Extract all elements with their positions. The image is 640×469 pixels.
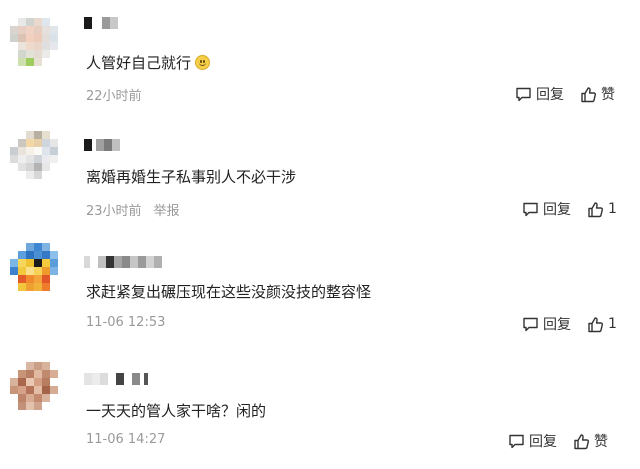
comment-bubble-icon [523,202,538,217]
comment-meta: 11-06 14:27 [86,432,165,447]
comment-text: 求赶紧复出碾压现在这些没颜没技的整容怪 [86,281,371,302]
avatar[interactable] [10,131,66,187]
like-button[interactable]: 赞 [580,84,615,104]
reply-button[interactable]: 回复 [508,431,557,451]
comment-actions: 回复 1 [522,314,617,334]
thumbs-up-icon [574,433,590,449]
username[interactable] [84,138,120,152]
comment-item: 人管好自己就行 22小时前 回复 赞 [0,0,640,117]
reply-button[interactable]: 回复 [522,199,571,219]
smiley-face-icon [195,55,211,70]
comment-actions: 回复 赞 [508,431,608,451]
thumbs-up-icon [588,201,604,217]
reply-button[interactable]: 回复 [515,84,564,104]
timestamp: 22小时前 [86,89,142,104]
reply-label: 回复 [529,434,557,450]
like-button[interactable]: 1 [587,201,617,218]
username[interactable] [84,255,162,269]
comment-text: 人管好自己就行 [86,52,211,73]
comment-text: 离婚再婚生子私事别人不必干涉 [86,166,296,187]
username[interactable] [84,16,118,30]
avatar[interactable] [10,18,66,74]
comment-text: 一天天的管人家干啥？闲的 [86,400,266,421]
like-label: 赞 [594,434,608,450]
comment-item: 求赶紧复出碾压现在这些没颜没技的整容怪 11-06 12:53 回复 1 [0,230,640,348]
comment-bubble-icon [523,317,538,332]
username[interactable] [84,372,148,386]
comment-actions: 回复 1 [522,199,617,219]
comment-bubble-icon [516,87,531,102]
timestamp: 23小时前 [86,204,142,219]
like-label: 赞 [601,87,615,103]
thumbs-up-icon [588,316,604,332]
comment-actions: 回复 赞 [515,84,615,104]
reply-label: 回复 [543,202,571,218]
timestamp: 11-06 14:27 [86,432,166,447]
avatar[interactable] [10,362,66,418]
comment-item: 一天天的管人家干啥？闲的 11-06 14:27 回复 赞 [0,348,640,469]
like-count: 1 [608,201,617,217]
avatar[interactable] [10,243,66,299]
reply-label: 回复 [543,317,571,333]
like-button[interactable]: 1 [587,316,617,333]
comment-text-content: 一天天的管人家干啥？闲的 [86,402,267,420]
comment-meta: 22小时前 [86,85,142,104]
comment-bubble-icon [509,434,524,449]
like-count: 1 [608,316,617,332]
comment-meta: 11-06 12:53 [86,315,165,330]
timestamp: 11-06 12:53 [86,315,166,330]
reply-label: 回复 [536,87,564,103]
like-button[interactable]: 赞 [573,431,608,451]
comment-text-content: 求赶紧复出碾压现在这些没颜没技的整容怪 [86,283,372,301]
comment-item: 离婚再婚生子私事别人不必干涉 23小时前 举报 回复 1 [0,117,640,230]
reply-button[interactable]: 回复 [522,314,571,334]
comment-text-content: 人管好自己就行 [86,54,192,72]
comment-text-content: 离婚再婚生子私事别人不必干涉 [86,168,297,186]
report-link[interactable]: 举报 [154,204,180,219]
thumbs-up-icon [581,86,597,102]
comment-meta: 23小时前 举报 [86,200,180,219]
